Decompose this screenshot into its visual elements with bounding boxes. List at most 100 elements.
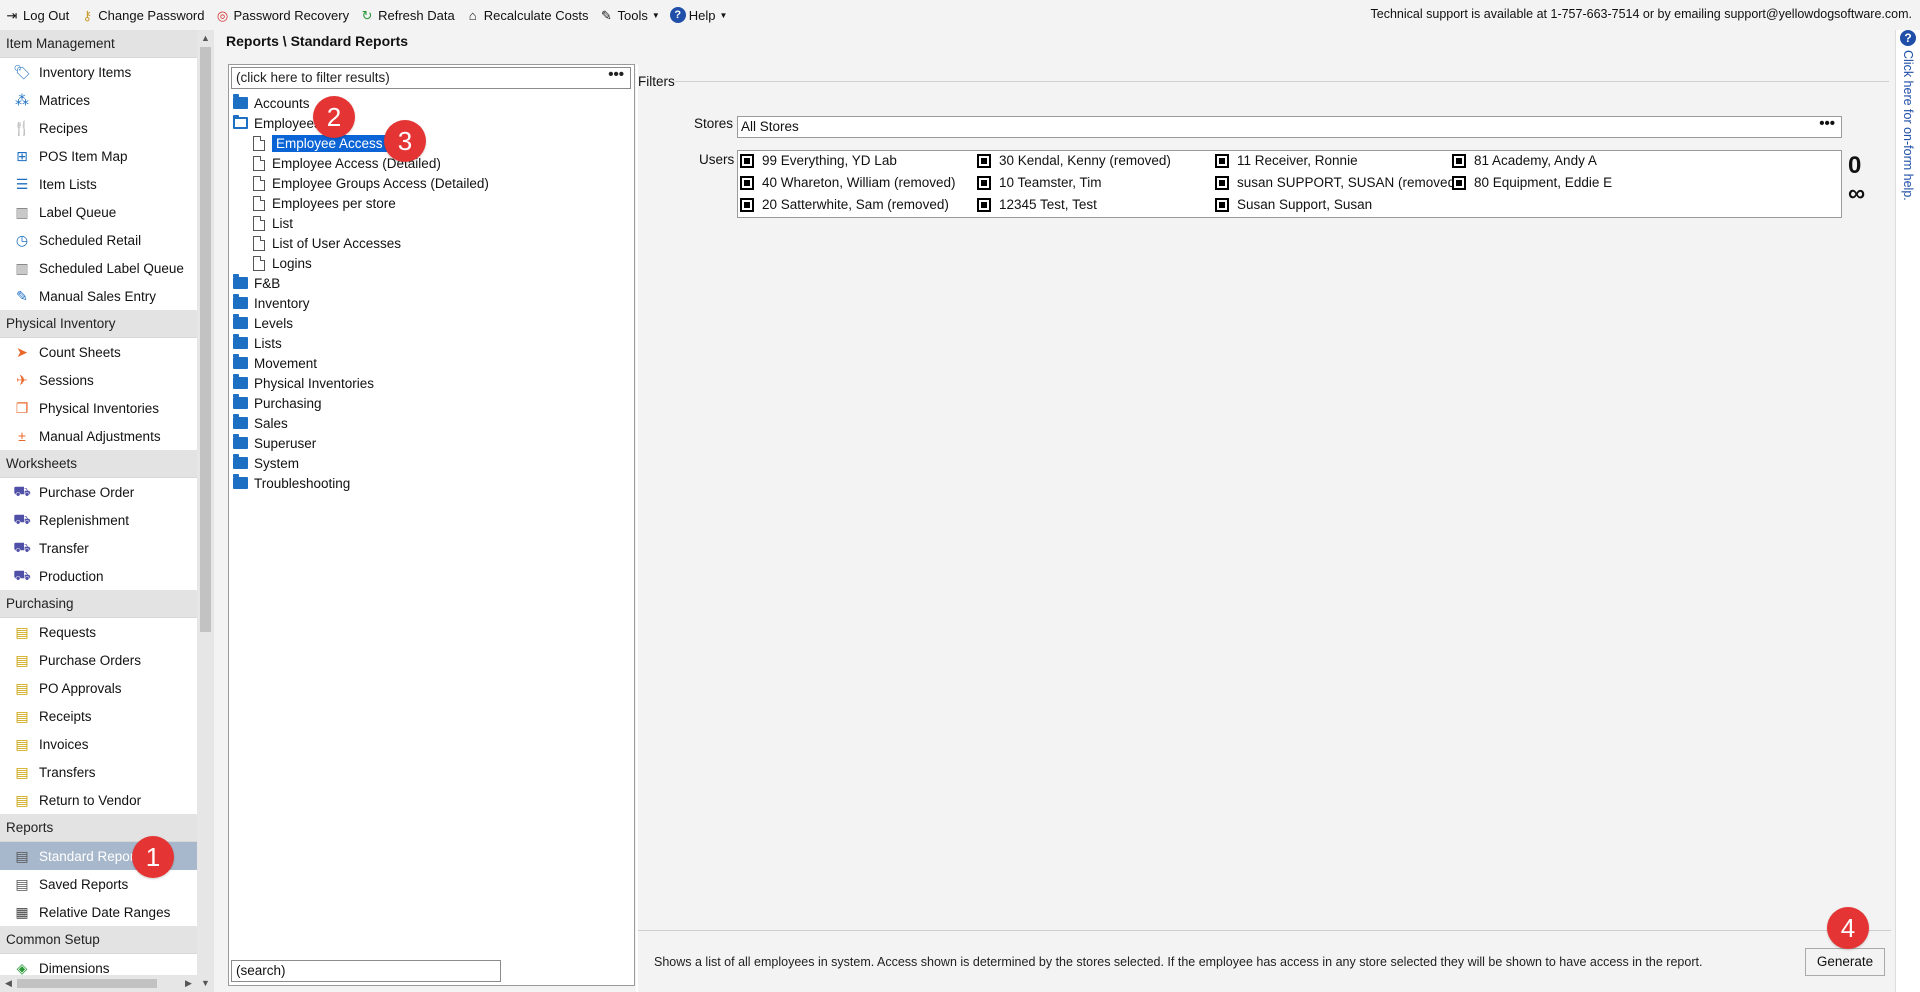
sidebar-item-relative-date-ranges[interactable]: ▦ Relative Date Ranges bbox=[0, 898, 197, 926]
tree-folder[interactable]: Inventory bbox=[233, 293, 628, 313]
tree-report-item[interactable]: Employee Access bbox=[233, 133, 628, 153]
scroll-right-icon[interactable]: ▶ bbox=[180, 975, 197, 992]
tree-folder[interactable]: Purchasing bbox=[233, 393, 628, 413]
sidebar-item-count-sheets[interactable]: ➤ Count Sheets bbox=[0, 338, 197, 366]
help-strip-text[interactable]: Click here for on-form help. bbox=[1901, 50, 1915, 201]
tree-folder[interactable]: Accounts bbox=[233, 93, 628, 113]
user-checkbox[interactable]: 11 Receiver, Ronnie bbox=[1215, 153, 1358, 168]
sidebar-item-pos-item-map[interactable]: ⊞ POS Item Map bbox=[0, 142, 197, 170]
tree-filter-input[interactable]: (click here to filter results) ••• bbox=[231, 66, 631, 89]
tree-folder[interactable]: Sales bbox=[233, 413, 628, 433]
tools-menu[interactable]: ✎ Tools ▼ bbox=[598, 7, 660, 23]
password-recovery-button[interactable]: ◎ Password Recovery bbox=[215, 7, 349, 23]
tree-search-input[interactable]: (search) bbox=[231, 960, 501, 982]
sidebar-section-header[interactable]: Common Setup bbox=[0, 926, 197, 954]
generate-button[interactable]: Generate bbox=[1805, 948, 1885, 976]
sidebar-section-header[interactable]: Worksheets bbox=[0, 450, 197, 478]
sidebar-item-scheduled-label-queue[interactable]: ▥ Scheduled Label Queue bbox=[0, 254, 197, 282]
sidebar-section-header[interactable]: Physical Inventory bbox=[0, 310, 197, 338]
sidebar-item-label-queue[interactable]: ▥ Label Queue bbox=[0, 198, 197, 226]
tree-folder[interactable]: Physical Inventories bbox=[233, 373, 628, 393]
tree-report-item[interactable]: List bbox=[233, 213, 628, 233]
more-icon[interactable]: ••• bbox=[1819, 115, 1835, 132]
tree-report-item[interactable]: Employee Groups Access (Detailed) bbox=[233, 173, 628, 193]
sidebar-item-inventory-items[interactable]: 🏷 Inventory Items bbox=[0, 58, 197, 86]
tree-folder[interactable]: Lists bbox=[233, 333, 628, 353]
sidebar-item-item-lists[interactable]: ☰ Item Lists bbox=[0, 170, 197, 198]
tree-folder[interactable]: Superuser bbox=[233, 433, 628, 453]
sidebar-item-return-to-vendor[interactable]: ▤ Return to Vendor bbox=[0, 786, 197, 814]
scroll-left-icon[interactable]: ◀ bbox=[0, 975, 17, 992]
sidebar-item-requests[interactable]: ▤ Requests bbox=[0, 618, 197, 646]
sidebar-item-production[interactable]: ⛟ Production bbox=[0, 562, 197, 590]
user-checkbox[interactable]: 99 Everything, YD Lab bbox=[740, 153, 897, 168]
scroll-up-icon[interactable]: ▲ bbox=[197, 30, 214, 47]
logout-button[interactable]: ⇥ Log Out bbox=[4, 7, 70, 23]
tree-folder[interactable]: Levels bbox=[233, 313, 628, 333]
sidebar-item-purchase-order[interactable]: ⛟ Purchase Order bbox=[0, 478, 197, 506]
help-icon[interactable]: ? bbox=[1900, 30, 1916, 46]
tree-folder[interactable]: F&B bbox=[233, 273, 628, 293]
sidebar-section-header[interactable]: Reports bbox=[0, 814, 197, 842]
tree-folder[interactable]: Troubleshooting bbox=[233, 473, 628, 493]
sidebar-item-saved-reports[interactable]: ▤ Saved Reports bbox=[0, 870, 197, 898]
change-password-button[interactable]: ⚷ Change Password bbox=[79, 7, 205, 23]
user-checkbox[interactable]: Susan Support, Susan bbox=[1215, 197, 1372, 212]
more-icon[interactable]: ••• bbox=[608, 66, 624, 83]
user-checkbox[interactable]: 81 Academy, Andy A bbox=[1452, 153, 1597, 168]
sidebar-item-manual-sales-entry[interactable]: ✎ Manual Sales Entry bbox=[0, 282, 197, 310]
tree-folder[interactable]: System bbox=[233, 453, 628, 473]
sidebar-item-physical-inventories[interactable]: ❐ Physical Inventories bbox=[0, 394, 197, 422]
sidebar-item-po-approvals[interactable]: ▤ PO Approvals bbox=[0, 674, 197, 702]
user-checkbox[interactable]: 20 Satterwhite, Sam (removed) bbox=[740, 197, 949, 212]
checkbox-icon[interactable] bbox=[740, 153, 754, 168]
checkbox-icon[interactable] bbox=[977, 197, 991, 212]
user-checkbox[interactable]: 80 Equipment, Eddie E bbox=[1452, 175, 1612, 190]
help-menu[interactable]: ? Help ▼ bbox=[669, 7, 727, 23]
checkbox-icon[interactable] bbox=[1215, 175, 1229, 190]
hscroll-thumb[interactable] bbox=[17, 979, 157, 988]
sidebar-item-recipes[interactable]: 🍴 Recipes bbox=[0, 114, 197, 142]
tree-folder[interactable]: Employees bbox=[233, 113, 628, 133]
sidebar-item-matrices[interactable]: ⁂ Matrices bbox=[0, 86, 197, 114]
sidebar-item-replenishment[interactable]: ⛟ Replenishment bbox=[0, 506, 197, 534]
sidebar-item-sessions[interactable]: ✈ Sessions bbox=[0, 366, 197, 394]
sidebar-scrollbar[interactable]: ▲ ▼ bbox=[197, 30, 214, 992]
sidebar-item-invoices[interactable]: ▤ Invoices bbox=[0, 730, 197, 758]
checkbox-icon[interactable] bbox=[1215, 153, 1229, 168]
checkbox-icon[interactable] bbox=[740, 197, 754, 212]
user-checkbox[interactable]: 10 Teamster, Tim bbox=[977, 175, 1102, 190]
checkbox-icon[interactable] bbox=[1452, 175, 1466, 190]
recalculate-costs-button[interactable]: ⌂ Recalculate Costs bbox=[465, 7, 589, 23]
checkbox-icon[interactable] bbox=[977, 175, 991, 190]
sidebar-item-scheduled-retail[interactable]: ◷ Scheduled Retail bbox=[0, 226, 197, 254]
user-checkbox[interactable]: 40 Whareton, William (removed) bbox=[740, 175, 956, 190]
tree-report-item[interactable]: Employee Access (Detailed) bbox=[233, 153, 628, 173]
sidebar-hscrollbar[interactable]: ◀ ▶ bbox=[0, 975, 197, 992]
change-password-label: Change Password bbox=[98, 7, 205, 23]
sidebar-item-manual-adjustments[interactable]: ± Manual Adjustments bbox=[0, 422, 197, 450]
scroll-down-icon[interactable]: ▼ bbox=[197, 975, 214, 992]
tree-report-item[interactable]: Employees per store bbox=[233, 193, 628, 213]
sidebar-item-transfer[interactable]: ⛟ Transfer bbox=[0, 534, 197, 562]
checkbox-icon[interactable] bbox=[1215, 197, 1229, 212]
user-checkbox[interactable]: 12345 Test, Test bbox=[977, 197, 1097, 212]
user-checkbox[interactable]: 30 Kendal, Kenny (removed) bbox=[977, 153, 1171, 168]
help-strip[interactable]: ? Click here for on-form help. bbox=[1895, 30, 1920, 992]
scroll-thumb[interactable] bbox=[200, 47, 211, 632]
sidebar-section-header[interactable]: Item Management bbox=[0, 30, 197, 58]
sidebar-item-receipts[interactable]: ▤ Receipts bbox=[0, 702, 197, 730]
checkbox-icon[interactable] bbox=[740, 175, 754, 190]
user-checkbox[interactable]: susan SUPPORT, SUSAN (removed) bbox=[1215, 175, 1460, 190]
sidebar-item-transfers[interactable]: ▤ Transfers bbox=[0, 758, 197, 786]
checkbox-icon[interactable] bbox=[977, 153, 991, 168]
stores-select[interactable]: All Stores ••• bbox=[737, 115, 1842, 138]
tree-folder[interactable]: Movement bbox=[233, 353, 628, 373]
tree-report-item[interactable]: Logins bbox=[233, 253, 628, 273]
refresh-data-button[interactable]: ↻ Refresh Data bbox=[359, 7, 455, 23]
sidebar-section-header[interactable]: Purchasing bbox=[0, 590, 197, 618]
sidebar-item-purchase-orders[interactable]: ▤ Purchase Orders bbox=[0, 646, 197, 674]
tree-report-item[interactable]: List of User Accesses bbox=[233, 233, 628, 253]
select-all-icon[interactable]: 0 ∞ bbox=[1848, 152, 1891, 208]
checkbox-icon[interactable] bbox=[1452, 153, 1466, 168]
